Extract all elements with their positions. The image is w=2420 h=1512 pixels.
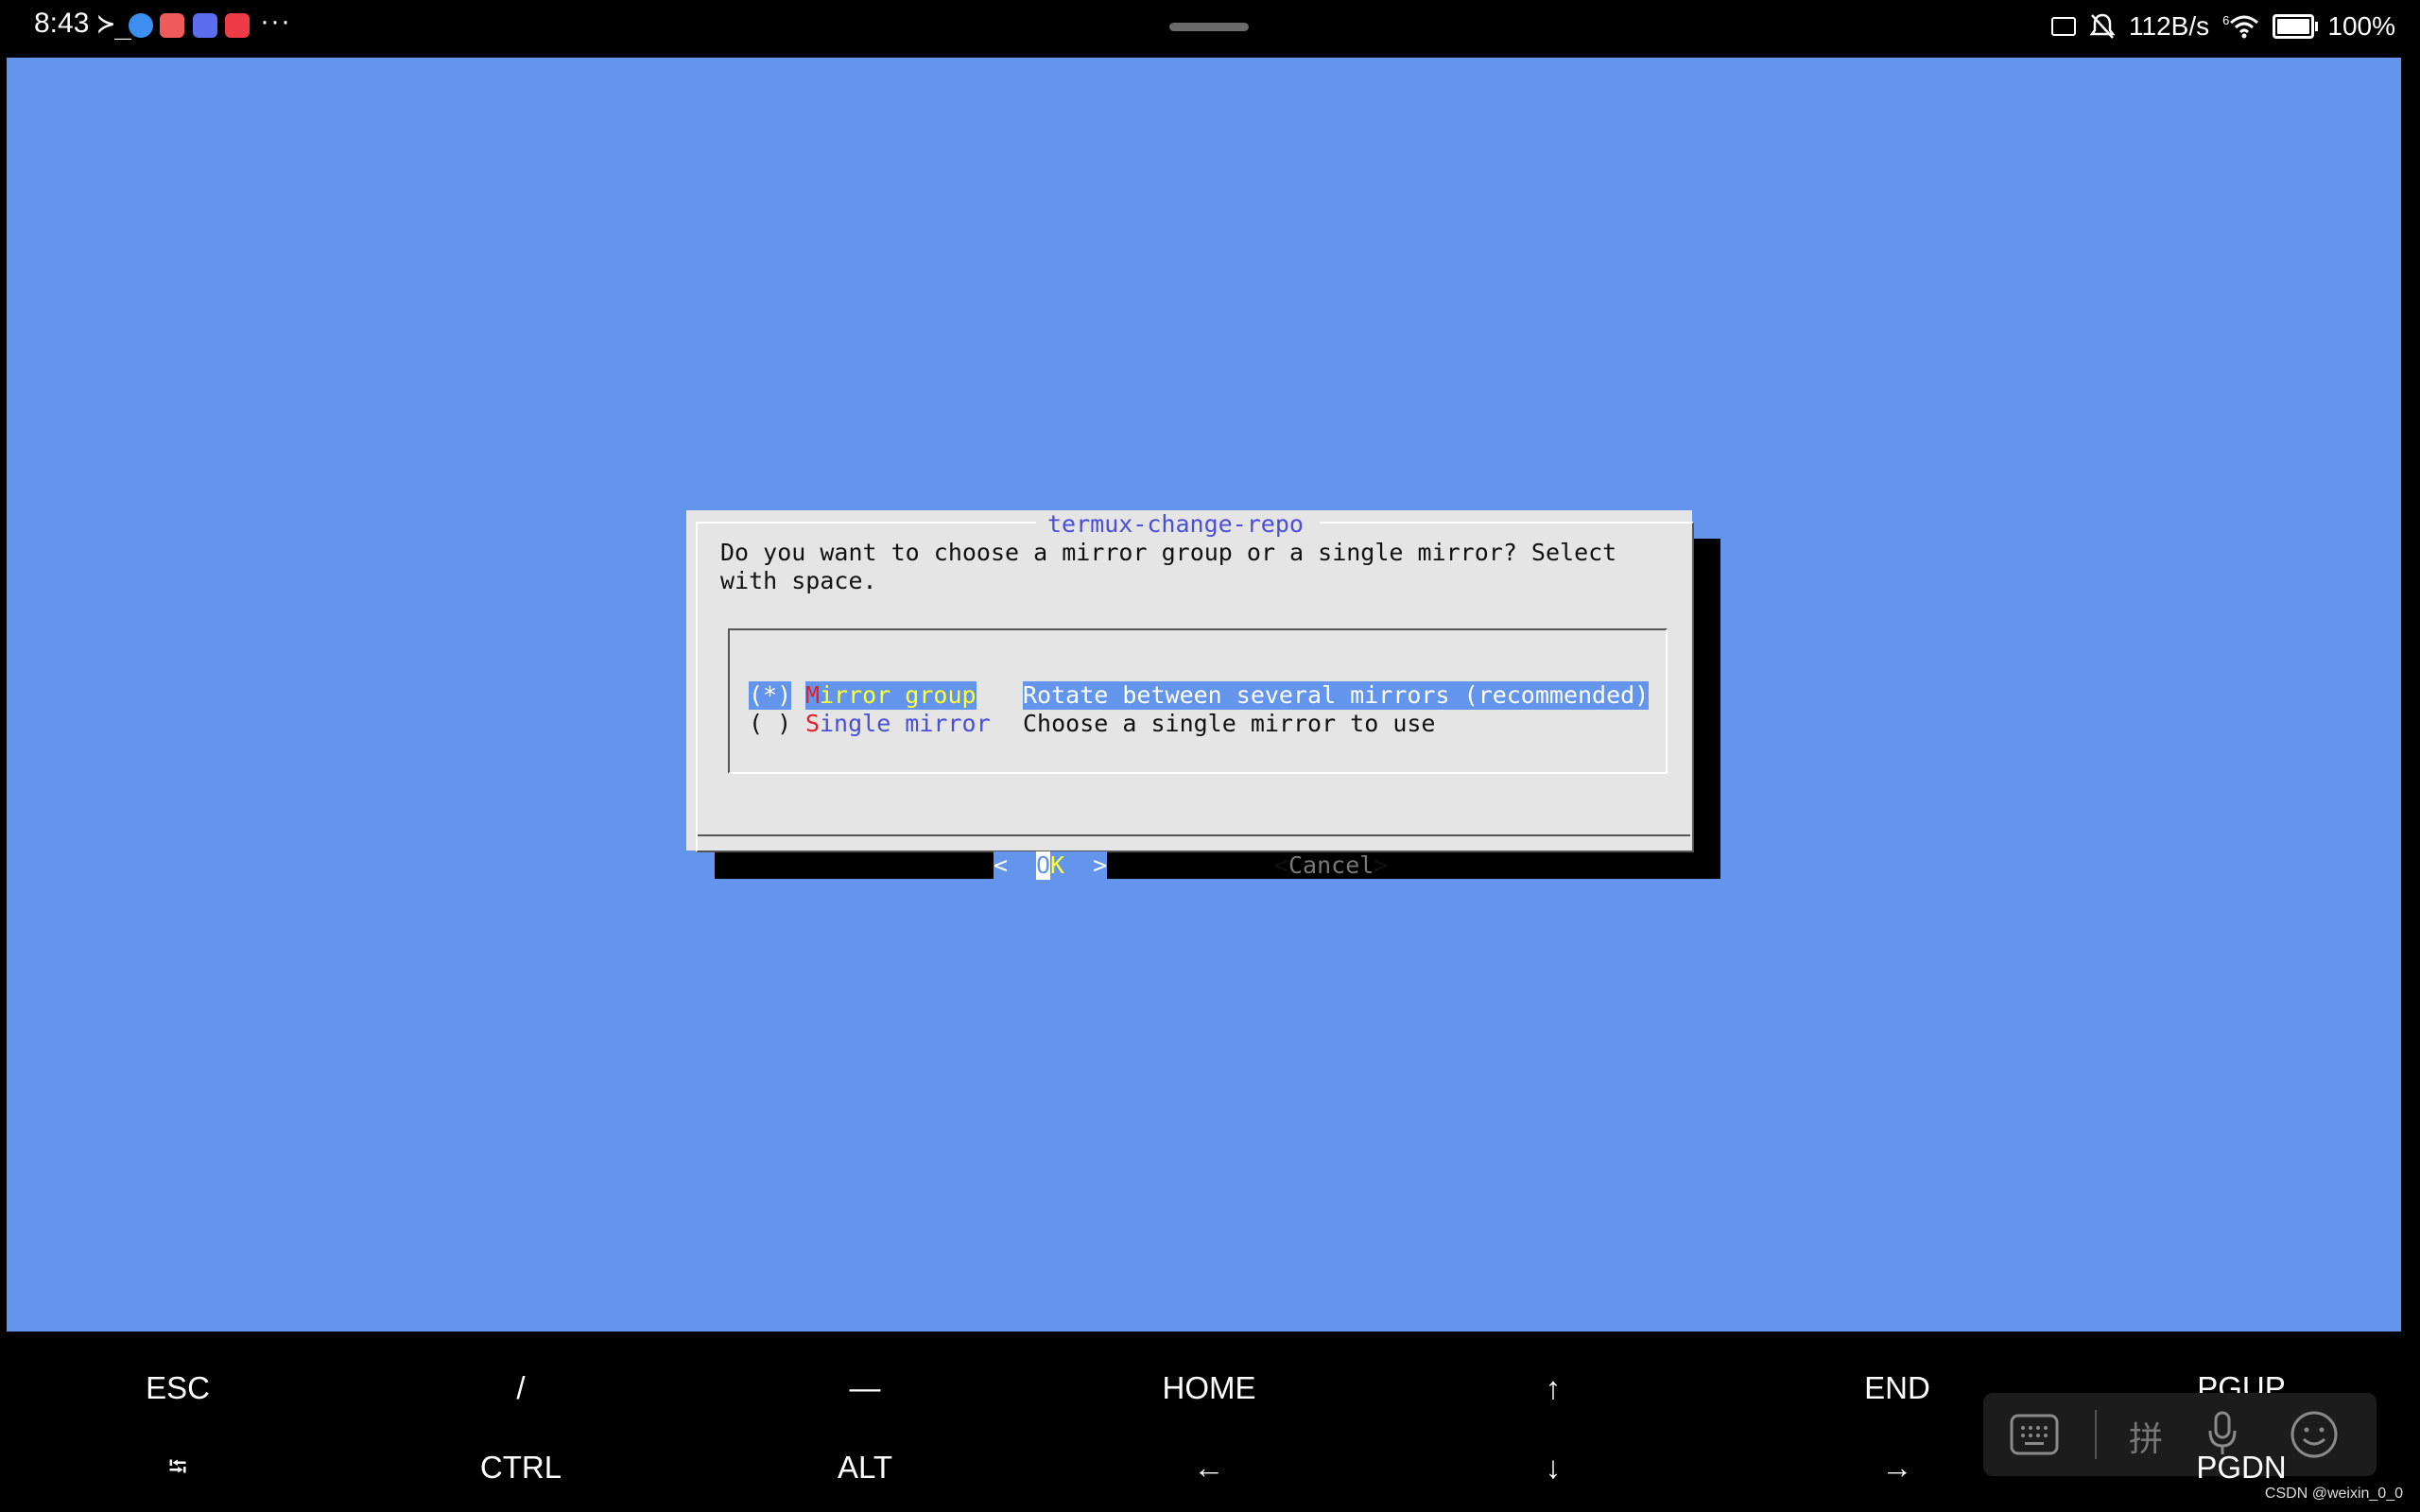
network-speed: 112B/s bbox=[2129, 11, 2210, 41]
button-separator bbox=[698, 834, 1690, 836]
battery-level: 100% bbox=[2327, 11, 2395, 41]
option-hotkey: S bbox=[805, 710, 821, 737]
more-notifications-icon: ··· bbox=[260, 6, 291, 37]
option-marker[interactable]: (*) bbox=[749, 681, 792, 710]
network-badge: 6 bbox=[2222, 13, 2230, 27]
dialog-prompt-line1: Do you want to choose a mirror group or … bbox=[720, 539, 1617, 566]
battery-icon bbox=[2273, 14, 2319, 39]
option-description: Rotate between several mirrors (recommen… bbox=[1023, 681, 1650, 710]
watermark: CSDN @weixin_0_0 bbox=[2264, 1486, 2403, 1502]
key-up[interactable]: ↑ bbox=[1402, 1370, 1704, 1406]
key-tab[interactable]: ⭾ bbox=[26, 1450, 329, 1491]
option-single-mirror[interactable]: ( ) S ingle mirror Choose a single mirro… bbox=[749, 710, 1675, 738]
cancel-lt: < bbox=[1274, 851, 1289, 879]
key-alt[interactable]: ALT bbox=[714, 1450, 1016, 1486]
ok-button-o: O bbox=[1036, 851, 1051, 880]
ok-button-left: < bbox=[994, 851, 1037, 880]
terminal-screen[interactable]: termux-change-repo Do you want to choose… bbox=[7, 58, 2401, 1332]
key-left[interactable]: ← bbox=[1058, 1450, 1360, 1486]
ok-button-right: > bbox=[1064, 851, 1108, 880]
option-hotkey: M bbox=[805, 681, 821, 710]
option-mirror-group[interactable]: (*) M irror group Rotate between several… bbox=[749, 681, 1675, 710]
dialog-box: termux-change-repo Do you want to choose… bbox=[686, 510, 1694, 880]
key-dash[interactable]: — bbox=[714, 1370, 1016, 1406]
option-name: ingle mirror bbox=[820, 710, 991, 737]
wifi-icon: 6 bbox=[2222, 14, 2259, 39]
keyboard-icon bbox=[2051, 17, 2077, 36]
app-red-icon bbox=[160, 13, 184, 38]
key-ctrl[interactable]: CTRL bbox=[370, 1450, 672, 1486]
cancel-gt: > bbox=[1374, 851, 1389, 879]
key-home[interactable]: HOME bbox=[1058, 1370, 1360, 1406]
key-pgdn[interactable]: PGDN bbox=[2090, 1450, 2393, 1486]
mute-icon bbox=[2089, 13, 2116, 39]
key-down[interactable]: ↓ bbox=[1402, 1450, 1704, 1486]
option-description: Choose a single mirror to use bbox=[1023, 710, 1436, 737]
option-name: irror group bbox=[820, 681, 977, 710]
message-icon bbox=[225, 13, 250, 38]
dialog-title: termux-change-repo bbox=[1047, 510, 1304, 538]
ok-button-k: K bbox=[1050, 851, 1065, 880]
key-slash[interactable]: / bbox=[370, 1370, 672, 1406]
keyboard-toggle-icon[interactable] bbox=[2010, 1414, 2059, 1455]
status-right: 112B/s 6 100% bbox=[2051, 8, 2395, 45]
music-icon bbox=[193, 13, 217, 38]
status-bar: 8:43 ≻_ ··· 112B/s 6 100% bbox=[0, 0, 2420, 57]
drag-handle[interactable] bbox=[1169, 23, 1249, 31]
termux-notification-icon: ≻_ bbox=[97, 8, 132, 41]
option-marker[interactable]: ( ) bbox=[749, 710, 791, 738]
cancel-label: Cancel bbox=[1288, 851, 1374, 879]
clock: 8:43 bbox=[34, 8, 90, 39]
dialog-prompt-line2: with space. bbox=[720, 567, 877, 594]
browser-icon bbox=[129, 13, 153, 38]
key-esc[interactable]: ESC bbox=[26, 1370, 329, 1406]
